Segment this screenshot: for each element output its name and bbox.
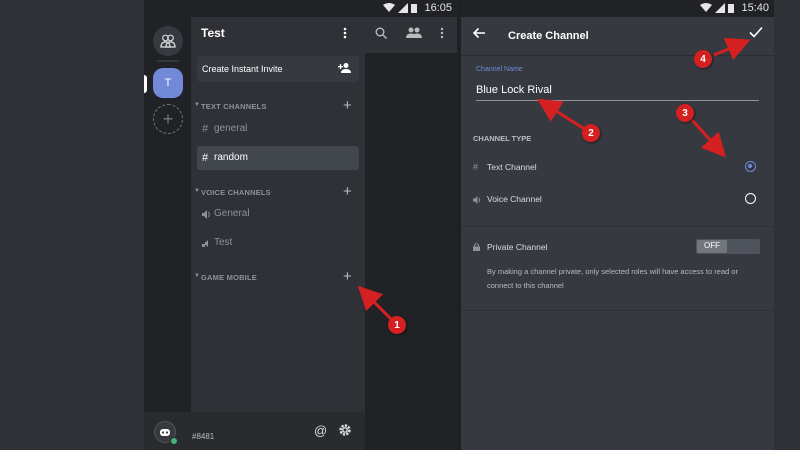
plus-icon: +	[162, 108, 174, 129]
gear-icon[interactable]	[338, 423, 352, 437]
battery-icon	[728, 4, 734, 13]
locked-speaker-icon	[202, 240, 208, 247]
lock-icon	[473, 243, 480, 251]
background-left	[0, 0, 144, 450]
server-icon-test[interactable]: T	[153, 68, 183, 98]
channel-name: General	[214, 208, 250, 219]
channel-list-panel: Test Create Instant Invite ▼ TEXT CHANNE…	[191, 17, 365, 412]
divider	[461, 226, 774, 227]
user-discriminator: #8481	[192, 432, 215, 441]
more-options-icon[interactable]	[440, 27, 444, 39]
online-status-dot	[170, 437, 178, 445]
mentions-icon[interactable]: @	[314, 423, 327, 438]
chat-input-area	[365, 412, 457, 450]
search-icon[interactable]	[375, 27, 387, 39]
create-instant-invite-button[interactable]: Create Instant Invite	[197, 56, 359, 82]
channel-name: general	[214, 123, 248, 134]
voice-channel-test[interactable]: Test	[197, 231, 359, 255]
text-channel-radio[interactable]	[745, 161, 756, 172]
add-server-button[interactable]: +	[153, 104, 183, 134]
chat-area	[365, 17, 457, 412]
voice-channel-general[interactable]: General	[197, 202, 359, 226]
annotation-badge-2: 2	[582, 124, 600, 142]
page-title: Create Channel	[508, 30, 589, 42]
private-channel-toggle[interactable]: OFF	[696, 239, 760, 254]
friends-icon	[160, 34, 176, 48]
server-title: Test	[201, 26, 225, 40]
category-name: TEXT CHANNELS	[201, 102, 267, 111]
option-label: Voice Channel	[487, 194, 542, 204]
annotation-badge-3: 3	[676, 104, 694, 122]
channel-name: random	[214, 152, 248, 163]
server-rail: T +	[144, 17, 191, 412]
chevron-down-icon: ▼	[194, 188, 201, 194]
hash-icon: #	[473, 162, 479, 172]
category-game-mobile[interactable]: ▼ GAME MOBILE +	[191, 268, 365, 286]
signal-icon	[715, 3, 725, 13]
channel-item-general[interactable]: # general	[197, 117, 359, 141]
add-user-icon	[338, 63, 351, 73]
option-label: Text Channel	[487, 162, 537, 172]
channel-name-label: Channel Name	[476, 66, 523, 73]
category-name: VOICE CHANNELS	[201, 188, 271, 197]
category-name: GAME MOBILE	[201, 273, 257, 282]
private-channel-label: Private Channel	[487, 242, 548, 252]
checkmark-icon[interactable]	[749, 26, 763, 38]
add-channel-icon[interactable]: +	[343, 268, 352, 285]
speaker-icon	[473, 196, 481, 204]
hash-icon: #	[202, 152, 209, 164]
status-bar: 15:40	[461, 0, 774, 17]
members-icon[interactable]	[406, 27, 422, 38]
channel-type-label: CHANNEL TYPE	[473, 134, 532, 143]
battery-icon	[411, 4, 417, 13]
status-time: 15:40	[741, 2, 769, 14]
discord-server-screen: 16:05 T + Test Create Instant Invite ▼ T…	[144, 0, 457, 450]
rail-separator	[157, 60, 179, 62]
invite-label: Create Instant Invite	[202, 64, 283, 74]
voice-channel-radio[interactable]	[745, 193, 756, 204]
chevron-down-icon: ▼	[194, 102, 201, 108]
status-bar: 16:05	[144, 0, 457, 17]
speaker-icon	[202, 210, 210, 219]
private-channel-description: By making a channel private, only select…	[487, 267, 738, 290]
back-arrow-icon[interactable]	[472, 27, 486, 39]
add-channel-icon[interactable]: +	[343, 97, 352, 114]
text-channel-option[interactable]: # Text Channel	[461, 157, 774, 179]
background-right	[774, 0, 800, 450]
annotation-badge-4: 4	[694, 50, 712, 68]
input-underline	[476, 100, 759, 101]
annotation-badge-1: 1	[388, 316, 406, 334]
toggle-state: OFF	[704, 241, 720, 250]
category-text-channels[interactable]: ▼ TEXT CHANNELS +	[191, 97, 365, 115]
empty-area	[461, 310, 774, 450]
signal-icon	[398, 3, 408, 13]
chevron-down-icon: ▼	[194, 273, 201, 279]
channel-name: Test	[214, 237, 233, 248]
add-channel-icon[interactable]: +	[343, 183, 352, 200]
app-header: Create Channel	[461, 17, 774, 56]
channel-name-input[interactable]: Blue Lock Rival	[476, 84, 552, 96]
channel-item-random[interactable]: # random	[197, 146, 359, 170]
wifi-icon	[383, 3, 395, 12]
category-voice-channels[interactable]: ▼ VOICE CHANNELS +	[191, 183, 365, 201]
hash-icon: #	[202, 123, 209, 135]
selected-server-indicator	[144, 75, 147, 93]
direct-messages-button[interactable]	[153, 26, 183, 56]
status-time: 16:05	[424, 2, 452, 14]
user-panel: #8481 @	[144, 412, 365, 450]
chat-toolbar	[365, 17, 457, 53]
wifi-icon	[700, 3, 712, 12]
voice-channel-option[interactable]: Voice Channel	[461, 189, 774, 211]
more-options-icon[interactable]	[343, 27, 347, 39]
create-channel-screen: 15:40 Create Channel Channel Name Blue L…	[461, 0, 774, 450]
